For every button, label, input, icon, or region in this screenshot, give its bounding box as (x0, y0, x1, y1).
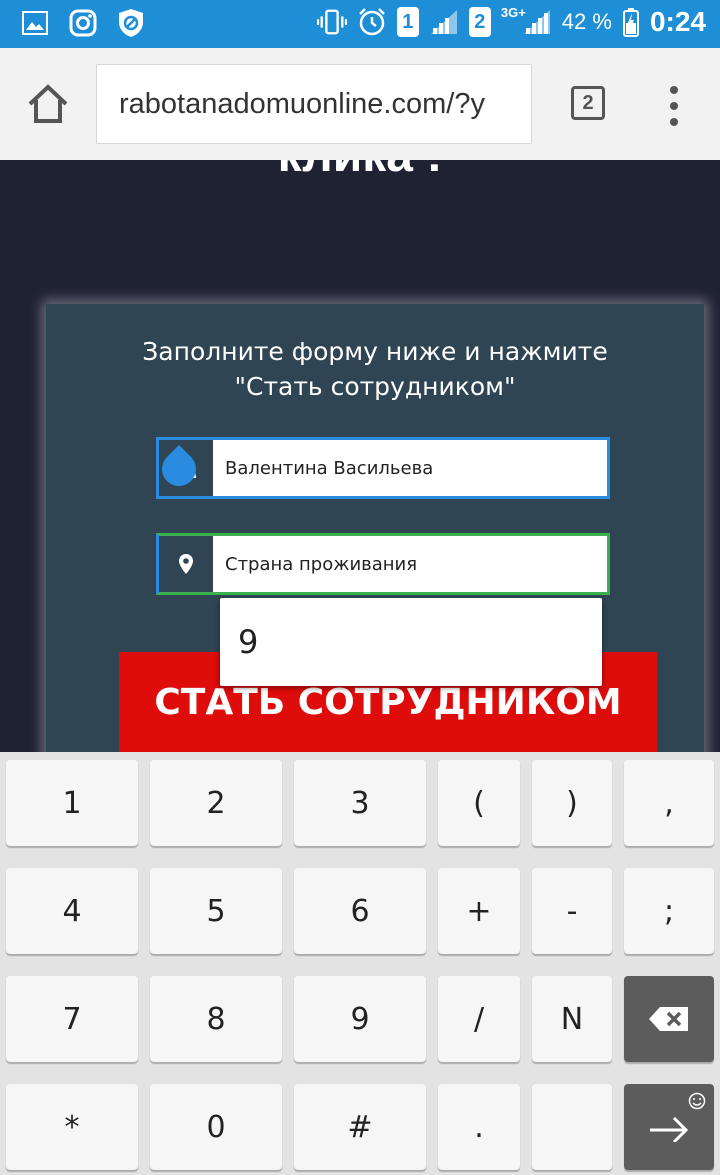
key-open-paren[interactable]: ( (438, 760, 520, 846)
name-input[interactable]: Валентина Васильева (213, 440, 607, 496)
battery-percent: 42 % (561, 9, 612, 34)
backspace-key[interactable] (624, 976, 714, 1062)
map-marker-icon (159, 536, 213, 592)
menu-dot (670, 86, 678, 94)
overflow-menu-button[interactable] (660, 86, 688, 126)
key-comma[interactable]: , (624, 760, 714, 846)
form-title-line2: "Стать сотрудником" (234, 372, 516, 401)
key-6[interactable]: 6 (294, 868, 426, 954)
url-text: rabotanadomuonline.com/?y (119, 87, 485, 120)
signal-icon (522, 7, 552, 37)
key-7[interactable]: 7 (6, 976, 138, 1062)
shield-block-icon (116, 8, 146, 38)
enter-key[interactable] (624, 1084, 714, 1170)
key-plus[interactable]: + (438, 868, 520, 954)
vibrate-icon (316, 7, 347, 37)
form-title: Заполните форму ниже и нажмите "Стать со… (46, 334, 704, 404)
network-type: 3G+ (500, 4, 526, 20)
sim2-badge: 2 (468, 7, 491, 37)
alarm-icon (357, 7, 387, 37)
key-1[interactable]: 1 (6, 760, 138, 846)
numeric-keyboard: 1 2 3 ( ) , 4 5 6 + - ; 7 8 9 / N * 0 # … (0, 752, 720, 1175)
key-3[interactable]: 3 (294, 760, 426, 846)
key-period[interactable]: . (438, 1084, 520, 1170)
page-headline: клика : (0, 160, 720, 183)
key-4[interactable]: 4 (6, 868, 138, 954)
key-8[interactable]: 8 (150, 976, 282, 1062)
key-minus[interactable]: - (532, 868, 612, 954)
gallery-icon (20, 8, 50, 38)
signal-icon (429, 7, 459, 37)
menu-dot (670, 118, 678, 126)
form-title-line1: Заполните форму ниже и нажмите (142, 337, 608, 366)
key-0[interactable]: 0 (150, 1084, 282, 1170)
sim1-badge: 1 (396, 7, 419, 37)
browser-toolbar: rabotanadomuonline.com/?y 2 (0, 48, 720, 160)
key-space[interactable] (532, 1084, 612, 1170)
backspace-icon (649, 1007, 688, 1031)
menu-dot (670, 102, 678, 110)
key-hash[interactable]: # (294, 1084, 426, 1170)
url-bar[interactable]: rabotanadomuonline.com/?y (96, 64, 532, 144)
smiley-icon (688, 1092, 706, 1110)
clock: 0:24 (649, 6, 706, 37)
web-page: клика : Заполните форму ниже и нажмите "… (0, 160, 720, 752)
key-5[interactable]: 5 (150, 868, 282, 954)
key-semicolon[interactable]: ; (624, 868, 714, 954)
key-slash[interactable]: / (438, 976, 520, 1062)
key-n[interactable]: N (532, 976, 612, 1062)
tab-switcher-button[interactable]: 2 (571, 86, 605, 120)
country-input[interactable]: Страна проживания (213, 536, 607, 592)
key-asterisk[interactable]: * (6, 1084, 138, 1170)
name-field[interactable]: Валентина Васильева (156, 437, 610, 499)
key-9[interactable]: 9 (294, 976, 426, 1062)
key-close-paren[interactable]: ) (532, 760, 612, 846)
status-bar: 1 2 3G+ 42 % 0:24 (0, 0, 720, 48)
key-2[interactable]: 2 (150, 760, 282, 846)
autocomplete-suggestion[interactable]: 9 (220, 598, 602, 686)
instagram-icon (68, 8, 98, 38)
home-icon (28, 84, 68, 123)
country-field[interactable]: Страна проживания (156, 533, 610, 595)
arrow-right-icon (650, 1116, 689, 1142)
battery-icon (622, 7, 640, 37)
home-button[interactable] (26, 82, 70, 126)
